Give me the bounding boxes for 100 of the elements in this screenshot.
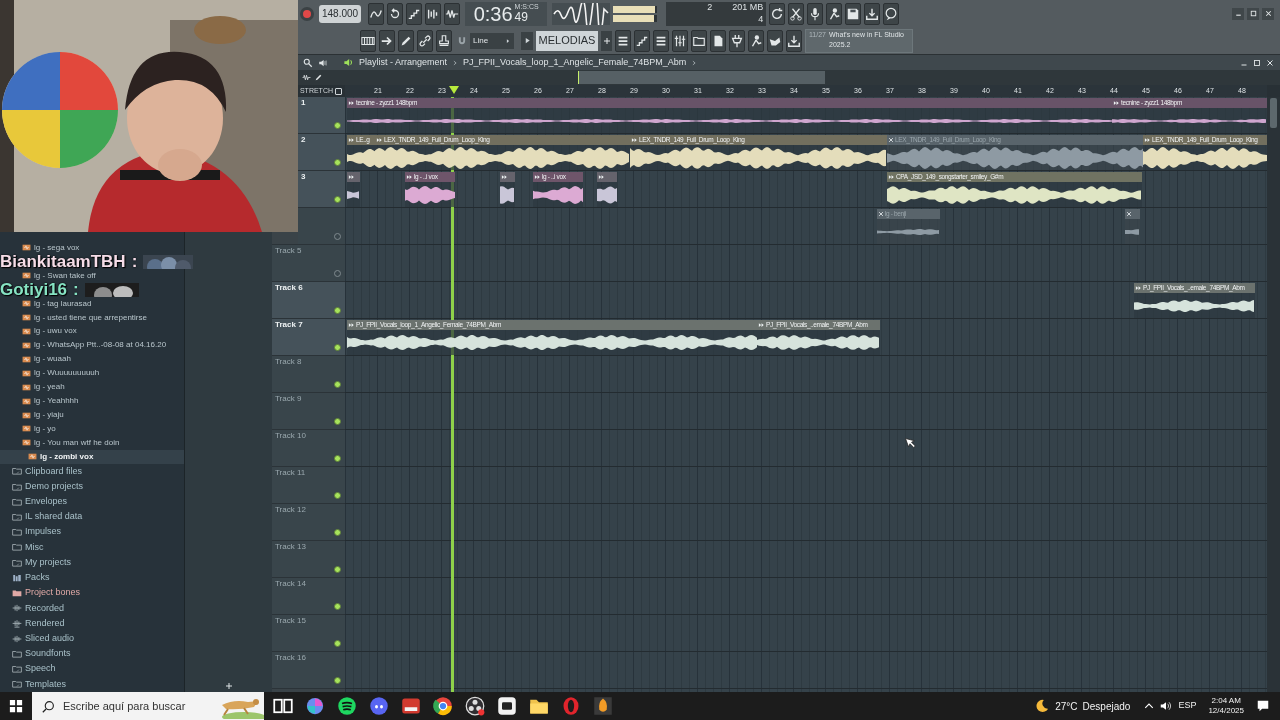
folder-item[interactable]: Envelopes [0,494,184,510]
file-item[interactable]: lg - sega vox [0,241,184,255]
breadcrumb-link[interactable]: PJ_FPII_Vocals_loop_1_Angelic_Female_74BPM_Abm [463,55,687,70]
file-item[interactable]: lg - You man wtf he doin [0,435,184,450]
folder-item[interactable]: Packs [0,570,184,586]
pattern-selector[interactable]: MELODIAS [536,30,598,51]
record-button[interactable] [300,6,314,21]
app-icon[interactable] [433,696,453,716]
folder-item[interactable]: Templates [0,676,184,693]
track-header[interactable]: 1 [298,97,345,133]
track-toggle[interactable] [334,344,341,351]
audio-clip[interactable] [347,172,360,207]
app-icon[interactable] [401,696,421,716]
folder-item[interactable]: Clipboard files [0,463,184,479]
track-toggle[interactable] [334,381,341,388]
track-toggle[interactable] [334,492,341,499]
file-item[interactable]: lg - usted tiene que arrepentirse [0,310,184,325]
toolbar-button[interactable] [807,2,824,25]
toolbar-button[interactable] [615,29,631,52]
track-toggle[interactable] [334,159,341,166]
overview-scrollbar[interactable] [578,71,825,84]
track-toggle[interactable] [334,307,341,314]
task-view-icon[interactable] [273,696,293,716]
toolbar-button[interactable] [883,2,900,25]
toolbar-button[interactable] [788,2,805,25]
track-toggle[interactable] [334,640,341,647]
toolbar-button[interactable] [653,29,669,52]
toolbar-button[interactable] [360,29,376,52]
track-toggle[interactable] [334,196,341,203]
track-header[interactable]: 2 [298,134,345,170]
file-item[interactable]: lg - uwu vox [0,324,184,339]
add-pattern-button[interactable] [601,30,612,51]
track-toggle[interactable] [334,603,341,610]
folder-item[interactable]: Demo projects [0,478,184,495]
toolbar-button[interactable] [425,2,442,25]
folder-item[interactable]: Impulses [0,524,184,540]
folder-item[interactable]: IL shared data [0,509,184,525]
track-toggle[interactable] [334,418,341,425]
toolbar-button[interactable] [767,29,783,52]
folder-item[interactable]: Project bones [0,585,184,601]
track-header[interactable]: Track 7 [272,319,345,355]
track-toggle[interactable] [334,529,341,536]
app-icon[interactable] [497,696,517,716]
search-field[interactable]: Escribe aquí para buscar [63,697,206,715]
file-item[interactable]: lg - yo [0,422,184,436]
audio-clip[interactable] [597,172,617,207]
snap-dropdown[interactable]: Line [470,32,514,49]
toolbar-button[interactable] [387,2,404,25]
audio-clip[interactable] [1125,209,1140,244]
file-item[interactable]: lg - wuaah [0,352,184,367]
file-item[interactable]: lg - zombi vox [0,449,184,464]
play-pattern-button[interactable] [521,31,533,50]
toolbar-button[interactable] [398,29,414,52]
app-icon[interactable] [465,696,485,716]
track-header[interactable]: Track 6 [272,282,345,318]
stretch-checkbox[interactable] [335,87,342,95]
toolbar-button[interactable] [729,29,745,52]
toolbar-button[interactable] [710,29,726,52]
close-button[interactable] [1262,7,1274,20]
toolbar-button[interactable] [444,2,461,25]
folder-item[interactable]: Soundfonts [0,646,184,662]
track-toggle[interactable] [334,677,341,684]
app-icon[interactable] [305,696,325,716]
track-header[interactable]: 3 [298,171,345,207]
toolbar-button[interactable] [406,2,423,25]
app-icon[interactable] [337,696,357,716]
track-toggle[interactable] [334,122,341,129]
minimize-button[interactable] [1232,7,1244,20]
toolbar-button[interactable] [634,29,650,52]
toolbar-button[interactable] [769,2,786,25]
clock[interactable]: 2:04 AM 12/4/2025 [1208,696,1244,716]
folder-item[interactable]: Sliced audio [0,631,184,647]
toolbar-button[interactable] [691,29,707,52]
app-icon[interactable] [593,696,613,716]
folder-item[interactable]: Rendered [0,615,184,632]
toolbar-button[interactable] [417,29,433,52]
tempo-field[interactable]: 148.000 [319,4,362,23]
toolbar-button[interactable] [845,2,862,25]
toolbar-button[interactable] [826,2,843,25]
toolbar-button[interactable] [379,29,395,52]
folder-item[interactable]: Speech [0,661,184,677]
toolbar-button[interactable] [748,29,764,52]
file-item[interactable]: lg - Wuuuuuuuuuh [0,366,184,381]
scrollbar-thumb[interactable] [1270,98,1277,128]
file-item[interactable]: lg - Yeahhhh [0,394,184,409]
app-icon[interactable] [369,696,389,716]
toolbar-button[interactable] [672,29,688,52]
track-toggle[interactable] [334,455,341,462]
folder-item[interactable]: My projects [0,555,184,571]
language-indicator[interactable]: ESP [1178,699,1197,713]
track-toggle[interactable] [334,566,341,573]
toolbar-button[interactable] [368,2,385,25]
file-item[interactable]: lg - yeah [0,380,184,395]
folder-item[interactable]: Recorded [0,600,184,616]
toolbar-button[interactable] [786,29,802,52]
restore-button[interactable] [1247,7,1259,20]
folder-item[interactable]: Misc [0,539,184,556]
toolbar-button[interactable] [864,2,881,25]
taskbar-search-bar[interactable]: Escribe aquí para buscar [32,692,264,720]
audio-clip[interactable] [500,172,515,207]
